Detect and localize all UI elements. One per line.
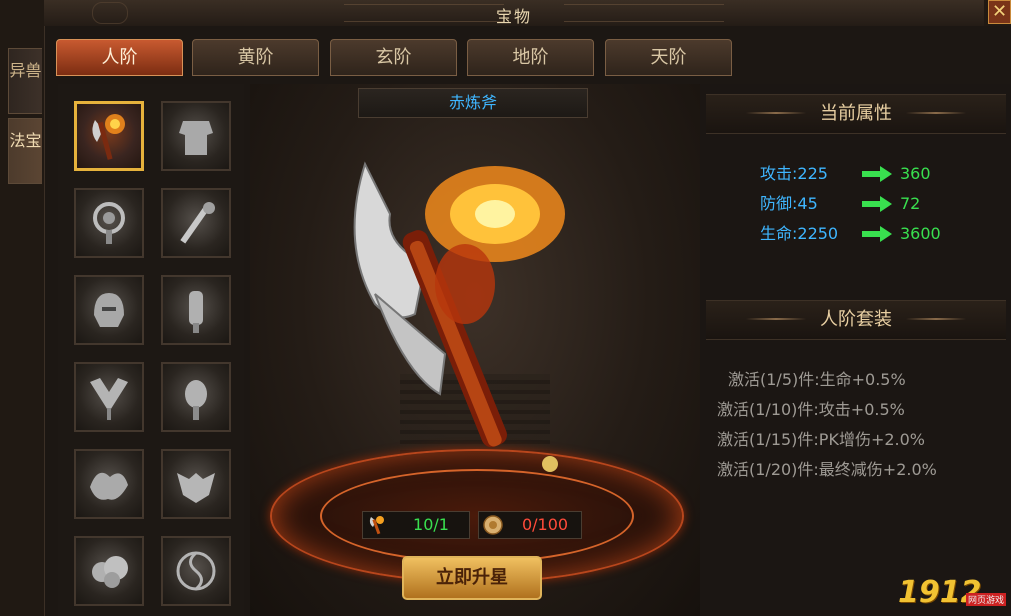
header-ornament-left (746, 318, 806, 320)
medallion-icon (93, 202, 125, 244)
attribute-row-defense: 防御:45 72 (760, 192, 960, 216)
current-attributes-header: 当前属性 (706, 94, 1006, 134)
treasure-slot-fire-axe[interactable] (74, 101, 144, 171)
current-attributes-title: 当前属性 (820, 103, 892, 124)
set-bonus-line: 激活(1/20)件:最终减伤+2.0% (717, 460, 937, 479)
header-ornament-left (746, 112, 806, 114)
side-tab-beast[interactable]: 异兽 (8, 48, 42, 114)
defense-next-value: 72 (900, 194, 921, 213)
treasure-slot-cloud-seal[interactable] (74, 536, 144, 606)
coin-cost: 0/100 (478, 511, 582, 539)
taiji-icon (176, 551, 216, 591)
set-bonus-line: 激活(1/15)件:PK增伤+2.0% (717, 430, 926, 449)
armor-icon (179, 121, 213, 155)
treasure-display-stage: 赤炼斧 (250, 84, 700, 616)
treasure-slot-scepter[interactable] (161, 188, 231, 258)
treasure-slot-helmet[interactable] (74, 275, 144, 345)
fire-axe-artwork-icon (353, 161, 565, 472)
set-bonus-line: 激活(1/5)件:生命+0.5% (728, 370, 906, 389)
scepter-icon (180, 202, 215, 244)
mask-icon (177, 473, 215, 503)
tab-human-tier[interactable]: 人阶 (56, 39, 183, 76)
totem-icon (189, 291, 203, 333)
material-count: 10/1 (413, 515, 449, 534)
axe-material-icon (369, 516, 384, 535)
set-bonus-line: 激活(1/10)件:攻击+0.5% (717, 400, 905, 419)
fire-axe-icon (92, 114, 125, 160)
attack-next-value: 360 (900, 164, 931, 183)
treasure-slot-medallion[interactable] (74, 188, 144, 258)
coin-count: 0/100 (521, 515, 569, 534)
health-value: 生命:2250 (760, 224, 839, 243)
attack-value: 攻击:225 (760, 164, 828, 183)
treasure-slot-armor[interactable] (161, 101, 231, 171)
treasure-slot-mask[interactable] (161, 449, 231, 519)
side-tab-treasure[interactable]: 法宝 (8, 118, 42, 184)
coin-icon (483, 515, 503, 535)
tab-yellow-tier[interactable]: 黄阶 (192, 39, 319, 76)
site-logo-badge: 网页游戏 (966, 593, 1007, 606)
feather-fan-icon (90, 378, 128, 420)
health-next-value: 3600 (900, 224, 941, 243)
treasure-slot-lantern[interactable] (161, 362, 231, 432)
set-bonus-title: 人阶套装 (820, 309, 892, 330)
helmet-icon (94, 293, 124, 327)
treasure-slot-chimera[interactable] (74, 449, 144, 519)
upgrade-arrow-icon (862, 226, 892, 242)
chimera-icon (90, 472, 128, 500)
close-icon[interactable]: ✕ (988, 0, 1011, 24)
window-title: 宝物 (495, 7, 532, 26)
treasure-slot-taiji[interactable] (161, 536, 231, 606)
item-name: 赤炼斧 (358, 88, 588, 118)
attribute-row-attack: 攻击:225 360 (760, 162, 960, 186)
tab-earth-tier[interactable]: 地阶 (467, 39, 594, 76)
window-titlebar: 宝物 (44, 0, 984, 27)
cloud-seal-icon (92, 556, 128, 588)
set-bonus-header: 人阶套装 (706, 300, 1006, 340)
defense-value: 防御:45 (760, 194, 818, 213)
tab-heaven-tier[interactable]: 天阶 (605, 39, 732, 76)
lantern-icon (185, 380, 207, 420)
attribute-row-health: 生命:2250 3600 (760, 222, 960, 246)
material-cost: 10/1 (362, 511, 470, 539)
treasure-slot-feather-fan[interactable] (74, 362, 144, 432)
upgrade-arrow-icon (862, 166, 892, 182)
upgrade-star-button[interactable]: 立即升星 (402, 556, 542, 600)
header-ornament-right (906, 318, 966, 320)
treasure-slot-totem[interactable] (161, 275, 231, 345)
header-ornament-right (906, 112, 966, 114)
upgrade-arrow-icon (862, 196, 892, 212)
tab-mystic-tier[interactable]: 玄阶 (330, 39, 457, 76)
